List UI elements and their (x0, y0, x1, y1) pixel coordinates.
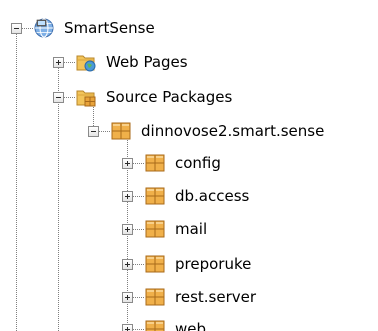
minus-icon (14, 28, 19, 29)
tree-line (132, 196, 144, 197)
tree-node-package-config[interactable]: config (144, 152, 221, 174)
globe-project-icon (34, 18, 54, 38)
expand-toggle[interactable] (122, 191, 133, 202)
tree-node-source-packages[interactable]: Source Packages (75, 86, 232, 108)
collapse-toggle[interactable] (11, 23, 22, 34)
tree-node-web-pages[interactable]: Web Pages (75, 51, 188, 73)
tree-line (63, 97, 75, 98)
package-icon (145, 187, 165, 205)
collapse-toggle[interactable] (53, 92, 64, 103)
expand-toggle[interactable] (122, 259, 133, 270)
tree-line (16, 33, 17, 331)
tree-node-label: rest.server (175, 288, 257, 306)
tree-line (63, 62, 75, 63)
tree-node-label: web (175, 320, 207, 331)
expand-toggle[interactable] (122, 158, 133, 169)
tree-node-package-rest-server[interactable]: rest.server (144, 286, 256, 308)
tree-line (132, 264, 144, 265)
tree-node-package-preporuke[interactable]: preporuke (144, 253, 251, 275)
minus-icon (91, 131, 96, 132)
tree-node-label: Web Pages (106, 53, 188, 71)
tree-node-label: config (175, 154, 221, 172)
minus-icon (56, 97, 61, 98)
package-icon (145, 255, 165, 273)
project-tree: SmartSense Web Pages Source Packages din… (0, 0, 378, 331)
tree-line (132, 229, 144, 230)
tree-node-label: mail (175, 220, 208, 238)
tree-line (132, 163, 144, 164)
source-packages-folder-icon (76, 90, 96, 107)
expand-toggle[interactable] (122, 224, 133, 235)
tree-node-label: dinnovose2.smart.sense (141, 122, 325, 140)
tree-node-smartsense[interactable]: SmartSense (33, 17, 155, 39)
tree-node-package-dinnovose2-smart-sense[interactable]: dinnovose2.smart.sense (110, 120, 324, 142)
tree-node-package-web[interactable]: web (144, 318, 206, 331)
tree-node-package-db-access[interactable]: db.access (144, 185, 249, 207)
tree-node-label: SmartSense (64, 19, 155, 37)
tree-line (98, 131, 110, 132)
package-icon (145, 288, 165, 306)
package-icon (145, 220, 165, 238)
tree-line (22, 28, 33, 29)
package-icon (145, 154, 165, 172)
package-icon (111, 122, 131, 140)
web-pages-folder-icon (76, 55, 96, 72)
expand-toggle[interactable] (122, 324, 133, 331)
tree-line (58, 63, 59, 331)
tree-node-label: Source Packages (106, 88, 233, 106)
tree-node-package-mail[interactable]: mail (144, 218, 207, 240)
collapse-toggle[interactable] (88, 126, 99, 137)
package-icon (145, 320, 165, 331)
tree-node-label: db.access (175, 187, 250, 205)
expand-toggle[interactable] (53, 57, 64, 68)
tree-line (132, 297, 144, 298)
expand-toggle[interactable] (122, 292, 133, 303)
tree-node-label: preporuke (175, 255, 252, 273)
tree-line (132, 329, 144, 330)
